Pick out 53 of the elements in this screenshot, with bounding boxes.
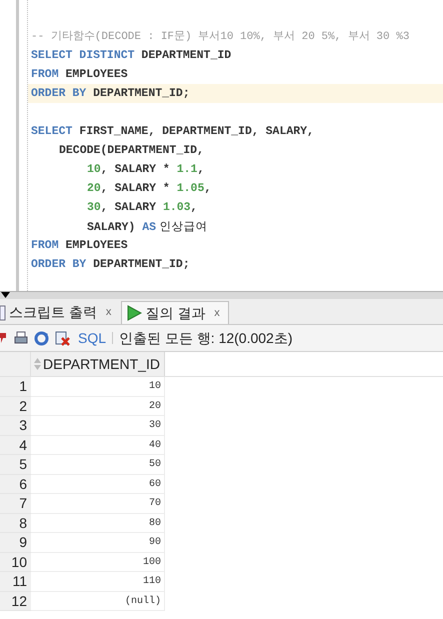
tab-label: 질의 결과 [145, 304, 206, 322]
fetch-status: 인출된 모든 행: 12(0.002초) [119, 328, 293, 348]
tab[interactable]: 질의 결과 x [121, 301, 229, 324]
table-cell: 70 [31, 494, 165, 514]
code-line: -- 기타함수(DECODE : IF문) 부서10 10%, 부서 20 5%, 부서 30 %3 [30, 30, 410, 45]
print-icon[interactable] [14, 331, 28, 345]
table-cell: 60 [31, 474, 165, 494]
collapse-triangle-icon[interactable] [1, 292, 10, 298]
table-cell: 80 [31, 514, 165, 533]
tab[interactable]: 스크립트 출력 x [0, 301, 120, 324]
code-line: ORDER BY DEPARTMENT_ID; [30, 257, 191, 273]
table-cell: 10 [31, 377, 165, 396]
delete-icon[interactable] [55, 330, 70, 346]
table-cell: (null) [31, 592, 165, 611]
row-number: 10 [0, 552, 31, 572]
table-cell: 30 [31, 416, 165, 436]
row-number: 2 [0, 396, 31, 416]
table-cell: 110 [31, 572, 165, 592]
row-number: 12 [0, 592, 31, 611]
close-tab-button[interactable]: x [214, 304, 220, 322]
refresh-icon[interactable] [34, 330, 49, 346]
code-line: SELECT FIRST_NAME, DEPARTMENT_ID, SALARY, [30, 124, 315, 140]
column-header[interactable]: DEPARTMENT_ID [31, 352, 165, 376]
pin-icon[interactable] [0, 332, 8, 344]
play-icon [126, 305, 142, 321]
tab-label: 스크립트 출력 [9, 303, 97, 322]
row-number: 8 [0, 514, 31, 533]
row-number: 6 [0, 474, 31, 494]
table-cell: 40 [31, 436, 165, 455]
row-number: 5 [0, 455, 31, 474]
code-line: SELECT DISTINCT DEPARTMENT_ID [30, 48, 232, 64]
code-line: FROM EMPLOYEES [30, 238, 129, 254]
close-tab-button[interactable]: x [106, 304, 112, 321]
code-line: 10, SALARY * 1.1, [86, 162, 206, 178]
code-line: 20, SALARY * 1.05, [86, 181, 212, 197]
sort-icon [34, 358, 41, 370]
table-cell: 100 [31, 552, 165, 572]
table-cell: 50 [31, 455, 165, 474]
code-line: DECODE(DEPARTMENT_ID, [58, 143, 205, 159]
document-icon [0, 304, 6, 320]
sql-link[interactable]: SQL [78, 328, 106, 348]
code-line: SALARY) AS 인상급여 [86, 218, 209, 236]
table-cell: 20 [31, 396, 165, 416]
row-number: 1 [0, 377, 31, 396]
column-title: DEPARTMENT_ID [43, 354, 160, 374]
code-line: 30, SALARY 1.03, [86, 200, 198, 216]
row-number: 3 [0, 416, 31, 436]
row-number: 7 [0, 494, 31, 514]
table-cell: 90 [31, 533, 165, 552]
code-line: FROM EMPLOYEES [30, 67, 129, 83]
row-number: 11 [0, 572, 31, 592]
row-number: 9 [0, 533, 31, 552]
row-number: 4 [0, 436, 31, 455]
